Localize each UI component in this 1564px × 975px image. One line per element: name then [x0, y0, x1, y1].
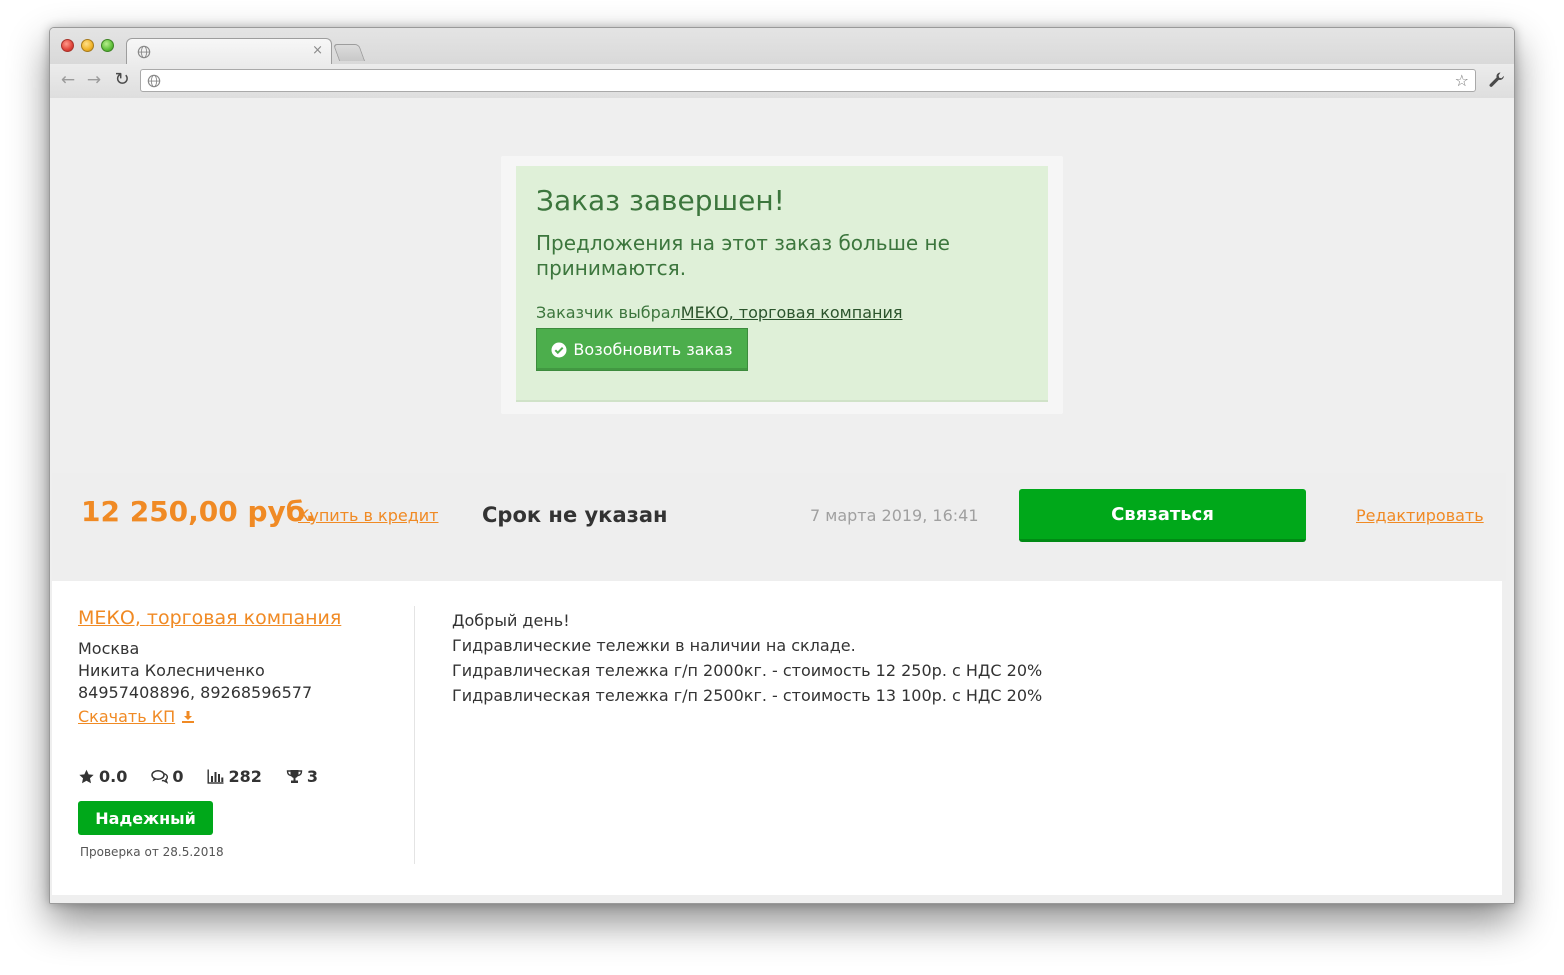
message-line: Гидравлические тележки в наличии на скла… [452, 636, 856, 655]
edit-link[interactable]: Редактировать [1356, 506, 1484, 525]
trophy-icon [286, 770, 303, 783]
offer-card: МЕКО, торговая компания Москва Никита Ко… [52, 581, 1502, 895]
globe-icon [147, 74, 161, 88]
page-bottom-strip [50, 895, 1514, 903]
renew-order-button[interactable]: Возобновить заказ [536, 328, 748, 371]
company-city: Москва [78, 639, 140, 658]
window-close-button[interactable] [61, 39, 74, 52]
reliable-badge[interactable]: Надежный [78, 801, 213, 835]
browser-chrome: × ← → ↻ ☆ [50, 28, 1514, 98]
message-line: Добрый день! [452, 611, 570, 630]
browser-tab[interactable]: × [126, 38, 332, 64]
views-stat: 282 [207, 767, 262, 786]
alert-chosen-prefix: Заказчик выбрал [536, 303, 681, 322]
rating-stat: 0.0 [78, 767, 127, 786]
address-bar[interactable]: ☆ [140, 69, 1476, 92]
check-circle-icon [551, 342, 567, 357]
views-count: 282 [228, 767, 262, 786]
message-line: Гидравлическая тележка г/п 2500кг. - сто… [452, 686, 1043, 705]
tab-close-icon[interactable]: × [312, 43, 323, 58]
renew-order-label: Возобновить заказ [573, 340, 733, 359]
window-minimize-button[interactable] [81, 39, 94, 52]
comments-icon [151, 769, 169, 784]
buy-on-credit-link[interactable]: Купить в кредит [298, 506, 438, 525]
alert-title: Заказ завершен! [536, 184, 785, 217]
company-stats: 0.0 0 282 3 [78, 767, 318, 786]
download-proposal-label: Скачать КП [78, 707, 176, 726]
alert-subtitle: Предложения на этот заказ больше не прин… [536, 231, 950, 280]
alert-chosen-text: Заказчик выбралМЕКО, торговая компания [536, 303, 902, 322]
forward-arrow-icon[interactable]: → [84, 70, 104, 90]
globe-icon [137, 45, 151, 59]
wins-count: 3 [306, 767, 319, 786]
reviews-stat: 0 [151, 767, 183, 786]
bar-chart-icon [207, 769, 224, 784]
column-divider [414, 606, 415, 864]
verification-date: Проверка от 28.5.2018 [80, 845, 224, 859]
window-maximize-button[interactable] [101, 39, 114, 52]
offer-message: Добрый день! Гидравлические тележки в на… [452, 608, 1042, 708]
alert-chosen-company-link[interactable]: МЕКО, торговая компания [681, 303, 903, 322]
wins-stat: 3 [286, 767, 318, 786]
browser-toolbar: ← → ↻ ☆ [50, 64, 1514, 98]
download-proposal-link[interactable]: Скачать КП [78, 707, 195, 726]
contact-button[interactable]: Связаться [1019, 489, 1306, 542]
star-icon [79, 769, 94, 784]
reload-icon[interactable]: ↻ [112, 70, 132, 90]
new-tab-button[interactable] [332, 44, 366, 61]
company-phones: 84957408896, 89268596577 [78, 683, 313, 702]
bookmark-star-icon[interactable]: ☆ [1455, 71, 1469, 90]
offer-deadline: Срок не указан [482, 503, 668, 527]
browser-window: × ← → ↻ ☆ Заказ завершен! Предложения на… [49, 27, 1515, 904]
download-icon [182, 710, 195, 723]
order-closed-alert-frame: Заказ завершен! Предложения на этот зака… [501, 156, 1063, 414]
order-closed-alert: Заказ завершен! Предложения на этот зака… [516, 166, 1048, 402]
message-line: Гидравлическая тележка г/п 2000кг. - сто… [452, 661, 1043, 680]
company-name-link[interactable]: МЕКО, торговая компания [78, 607, 341, 629]
company-contact-person: Никита Колесниченко [78, 661, 265, 680]
offer-date: 7 марта 2019, 16:41 [810, 506, 979, 525]
rating-value: 0.0 [99, 767, 128, 786]
wrench-icon[interactable] [1488, 71, 1506, 89]
page-content: Заказ завершен! Предложения на этот зака… [50, 99, 1514, 903]
reviews-count: 0 [172, 767, 184, 786]
offer-price: 12 250,00 руб. [81, 495, 316, 528]
offer-header-bar: 12 250,00 руб. Купить в кредит Срок не у… [52, 473, 1506, 581]
back-arrow-icon[interactable]: ← [58, 70, 78, 90]
